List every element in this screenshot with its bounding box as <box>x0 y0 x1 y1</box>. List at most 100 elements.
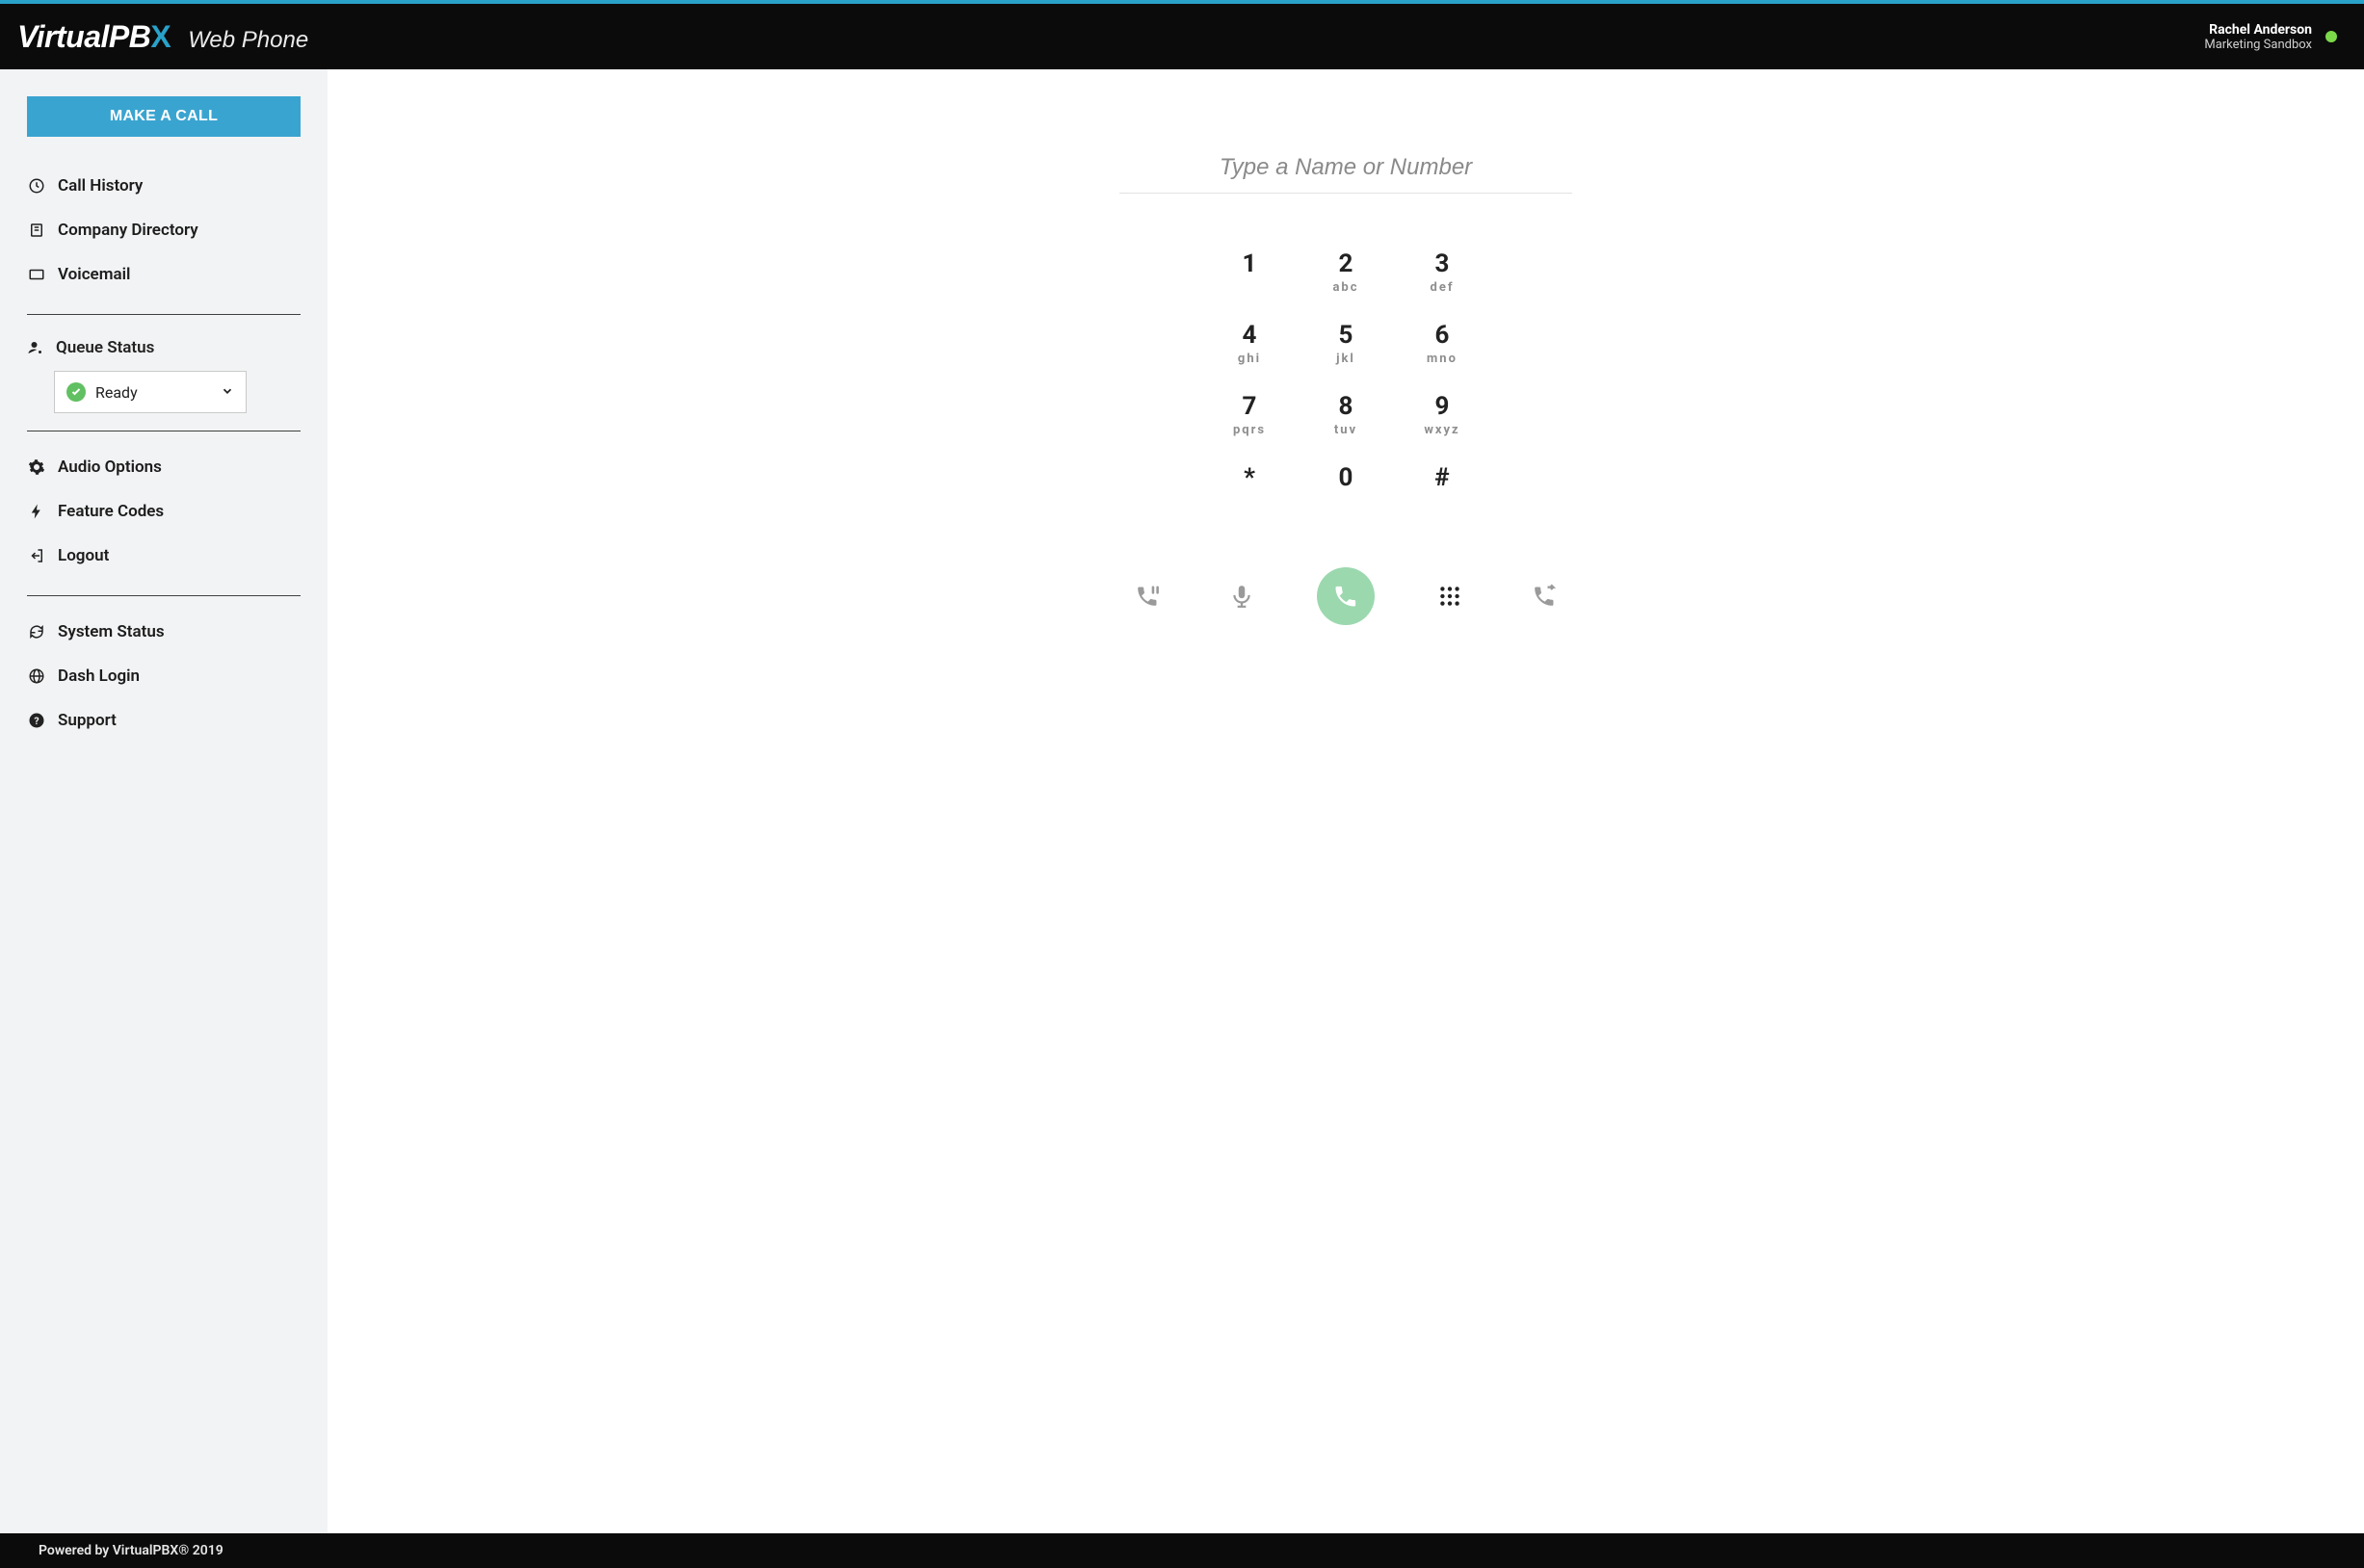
brand-subtitle: Web Phone <box>188 27 308 54</box>
user-org: Marketing Sandbox <box>2204 38 2312 52</box>
transfer-icon <box>1531 583 1558 610</box>
sidebar-item-label: Company Directory <box>58 221 198 240</box>
keypad-letters: tuv <box>1298 423 1394 438</box>
logout-icon <box>27 547 46 564</box>
keypad-letters <box>1201 494 1298 510</box>
footer: Powered by VirtualPBX® 2019 <box>0 1533 2364 1568</box>
keypad-digit: 8 <box>1298 392 1394 421</box>
keypad-digit: 4 <box>1201 321 1298 350</box>
keypad-letters: def <box>1394 280 1490 296</box>
sidebar-item-label: System Status <box>58 622 165 641</box>
divider <box>27 595 301 596</box>
keypad-key-7[interactable]: 7 pqrs <box>1201 392 1298 438</box>
check-icon <box>66 382 86 402</box>
divider <box>27 314 301 315</box>
make-call-button[interactable]: MAKE A CALL <box>27 96 301 137</box>
nav-secondary: Audio Options Feature Codes Logout <box>27 445 301 578</box>
sidebar-item-dash-login[interactable]: Dash Login <box>27 654 301 698</box>
user-name: Rachel Anderson <box>2204 22 2312 38</box>
keypad-key-6[interactable]: 6 mno <box>1394 321 1490 367</box>
keypad-digit: # <box>1394 463 1490 492</box>
hold-icon <box>1134 583 1161 610</box>
bolt-icon <box>27 503 46 520</box>
book-icon <box>27 222 46 239</box>
keypad-toggle-button[interactable] <box>1431 584 1469 609</box>
sidebar-item-label: Dash Login <box>58 666 140 686</box>
keypad-key-*[interactable]: * <box>1201 463 1298 510</box>
keypad-letters: jkl <box>1298 352 1394 367</box>
queue-status-label: Queue Status <box>56 338 154 357</box>
keypad-letters: wxyz <box>1394 423 1490 438</box>
keypad-letters <box>1394 494 1490 510</box>
help-icon: ? <box>27 712 46 729</box>
sidebar-item-label: Call History <box>58 176 143 196</box>
queue-status-value: Ready <box>95 383 138 402</box>
keypad: 12abc3 def 4 ghi5 jkl6 mno 7 pqrs8 tuv9 wxyz *0# <box>1201 249 1490 510</box>
sidebar-item-label: Voicemail <box>58 265 130 284</box>
brand: VirtualPBX Web Phone <box>17 19 308 55</box>
gear-icon <box>27 458 46 476</box>
refresh-icon <box>27 623 46 640</box>
keypad-key-#[interactable]: # <box>1394 463 1490 510</box>
dialer-panel: 12abc3 def 4 ghi5 jkl6 mno 7 pqrs8 tuv9 wxyz *0# <box>328 69 2364 1533</box>
keypad-key-9[interactable]: 9 wxyz <box>1394 392 1490 438</box>
chevron-down-icon <box>221 383 234 402</box>
sidebar-item-label: Logout <box>58 546 109 565</box>
topbar-user: Rachel Anderson Marketing Sandbox <box>2204 22 2337 52</box>
keypad-digit: 6 <box>1394 321 1490 350</box>
call-button[interactable] <box>1317 567 1375 625</box>
keypad-digit: 3 <box>1394 249 1490 278</box>
sidebar: MAKE A CALL Call History Company Directo… <box>0 69 328 1533</box>
keypad-key-2[interactable]: 2abc <box>1298 249 1394 296</box>
nav-tertiary: System Status Dash Login ? Support <box>27 610 301 743</box>
clock-icon <box>27 177 46 195</box>
keypad-letters: abc <box>1298 280 1394 296</box>
sidebar-item-label: Feature Codes <box>58 502 164 521</box>
presence-indicator <box>2325 31 2337 42</box>
voicemail-icon <box>27 266 46 283</box>
topbar: VirtualPBX Web Phone Rachel Anderson Mar… <box>0 0 2364 69</box>
keypad-letters: mno <box>1394 352 1490 367</box>
mute-button[interactable] <box>1222 584 1261 609</box>
dial-input[interactable] <box>1119 146 1572 194</box>
sidebar-item-label: Audio Options <box>58 457 162 477</box>
keypad-key-8[interactable]: 8 tuv <box>1298 392 1394 438</box>
person-status-icon <box>27 339 44 356</box>
sidebar-item-label: Support <box>58 711 117 730</box>
mic-icon <box>1229 584 1254 609</box>
sidebar-item-logout[interactable]: Logout <box>27 534 301 578</box>
keypad-digit: 5 <box>1298 321 1394 350</box>
keypad-digit: 7 <box>1201 392 1298 421</box>
nav-primary: Call History Company Directory Voicemail <box>27 164 301 297</box>
queue-status-label-row: Queue Status <box>27 338 301 357</box>
keypad-letters <box>1201 280 1298 296</box>
keypad-letters: ghi <box>1201 352 1298 367</box>
keypad-key-0[interactable]: 0 <box>1298 463 1394 510</box>
keypad-key-1[interactable]: 1 <box>1201 249 1298 296</box>
sidebar-item-feature-codes[interactable]: Feature Codes <box>27 489 301 534</box>
keypad-digit: 1 <box>1201 249 1298 278</box>
hold-button[interactable] <box>1128 583 1167 610</box>
footer-text: Powered by VirtualPBX® 2019 <box>39 1543 223 1558</box>
call-actions <box>1128 567 1563 625</box>
keypad-key-3[interactable]: 3 def <box>1394 249 1490 296</box>
keypad-key-5[interactable]: 5 jkl <box>1298 321 1394 367</box>
queue-status-select[interactable]: Ready <box>54 371 247 413</box>
keypad-digit: 0 <box>1298 463 1394 492</box>
globe-icon <box>27 667 46 685</box>
dialpad-icon <box>1437 584 1462 609</box>
keypad-digit: * <box>1201 463 1298 492</box>
sidebar-item-company-directory[interactable]: Company Directory <box>27 208 301 252</box>
keypad-letters <box>1298 494 1394 510</box>
transfer-button[interactable] <box>1525 583 1563 610</box>
sidebar-item-voicemail[interactable]: Voicemail <box>27 252 301 297</box>
sidebar-item-support[interactable]: ? Support <box>27 698 301 743</box>
sidebar-item-system-status[interactable]: System Status <box>27 610 301 654</box>
sidebar-item-call-history[interactable]: Call History <box>27 164 301 208</box>
brand-logo: VirtualPBX <box>17 19 171 55</box>
keypad-letters: pqrs <box>1201 423 1298 438</box>
sidebar-item-audio-options[interactable]: Audio Options <box>27 445 301 489</box>
svg-text:?: ? <box>34 715 39 727</box>
keypad-digit: 9 <box>1394 392 1490 421</box>
keypad-key-4[interactable]: 4 ghi <box>1201 321 1298 367</box>
